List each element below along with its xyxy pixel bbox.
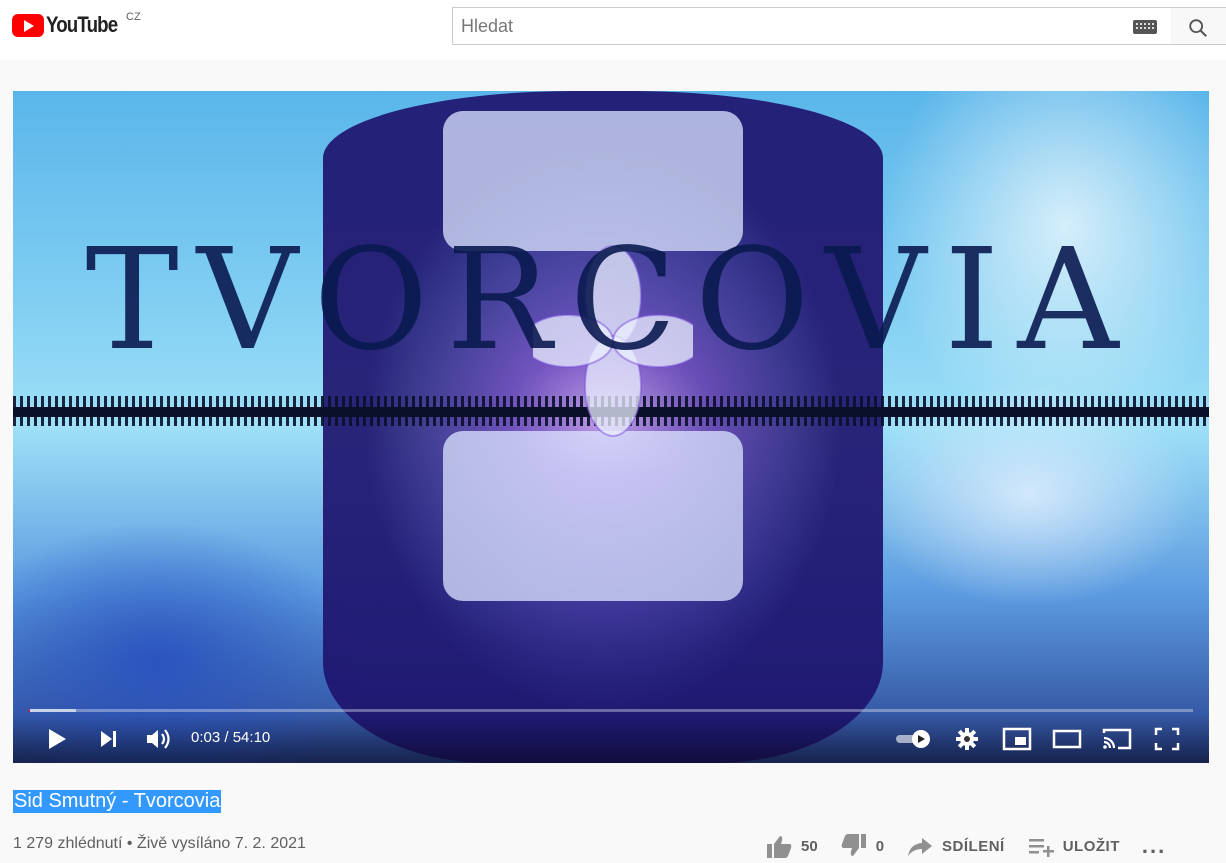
logo-text: YouTube (46, 12, 118, 37)
save-label: ULOŽIT (1062, 837, 1120, 855)
dislike-count: 0 (875, 837, 885, 855)
player-controls: 0:03 / 54:10 (13, 715, 1209, 763)
stats-separator: • (122, 835, 137, 852)
more-icon: ... (1141, 833, 1167, 858)
video-actions: 50 0 SDÍLENÍ ULOŽIT ... (765, 833, 1188, 859)
theater-icon (1052, 729, 1082, 749)
miniplayer-icon (1002, 727, 1032, 751)
view-count: 1 279 zhlédnutí (13, 835, 123, 852)
play-button[interactable] (41, 725, 73, 753)
theater-mode-button[interactable] (1051, 725, 1083, 753)
volume-icon (147, 729, 170, 749)
search-icon (1189, 19, 1207, 37)
time-display: 0:03 / 54:10 (191, 729, 270, 746)
skip-next-icon (101, 731, 116, 747)
share-button[interactable]: SDÍLENÍ (906, 834, 1005, 858)
top-bar: YouTube CZ (0, 0, 1226, 60)
dislike-button[interactable]: 0 (840, 834, 884, 858)
youtube-logo[interactable]: YouTube CZ (12, 11, 141, 38)
thumbs-up-icon (767, 836, 792, 858)
stream-date: Živě vysíláno 7. 2. 2021 (136, 835, 306, 852)
gear-icon (956, 728, 978, 750)
video-player[interactable]: TVORCOVIA 0:03 / 54:10 (13, 91, 1209, 763)
save-button[interactable]: ULOŽIT (1027, 834, 1120, 858)
video-title: Sid Smutný - Tvorcovia (13, 790, 222, 813)
search-button[interactable] (1171, 7, 1226, 45)
miniplayer-button[interactable] (1001, 725, 1033, 753)
progress-played (29, 709, 31, 712)
cast-button[interactable] (1101, 725, 1133, 753)
like-button[interactable]: 50 (765, 834, 818, 858)
fullscreen-icon (1154, 727, 1180, 751)
play-icon (49, 729, 66, 749)
country-code: CZ (126, 11, 141, 23)
autoplay-toggle[interactable] (893, 725, 933, 753)
progress-loaded (29, 709, 76, 712)
video-stats: 1 279 zhlédnutí • Živě vysíláno 7. 2. 20… (13, 835, 306, 853)
autoplay-icon (896, 730, 930, 748)
search-box (452, 7, 1172, 45)
volume-button[interactable] (143, 725, 175, 753)
more-actions-button[interactable]: ... (1142, 833, 1166, 859)
cast-icon (1102, 728, 1132, 750)
like-count: 50 (801, 837, 818, 855)
keyboard-icon[interactable] (1133, 20, 1157, 34)
progress-bar[interactable] (29, 709, 1193, 712)
youtube-play-icon (12, 13, 44, 37)
share-icon (908, 838, 933, 856)
time-total: 54:10 (232, 729, 271, 746)
fullscreen-button[interactable] (1151, 725, 1183, 753)
share-label: SDÍLENÍ (942, 837, 1005, 855)
next-button[interactable] (93, 725, 125, 753)
video-overlay-title: TVORCOVIA (85, 219, 1137, 382)
settings-button[interactable] (951, 725, 983, 753)
playlist-add-icon (1028, 839, 1054, 857)
thumbs-down-icon (841, 834, 866, 856)
search-input[interactable] (453, 8, 1103, 44)
time-separator: / (220, 729, 233, 746)
time-current: 0:03 (191, 729, 221, 746)
video-meta-row: 1 279 zhlédnutí • Živě vysíláno 7. 2. 20… (13, 833, 1226, 863)
